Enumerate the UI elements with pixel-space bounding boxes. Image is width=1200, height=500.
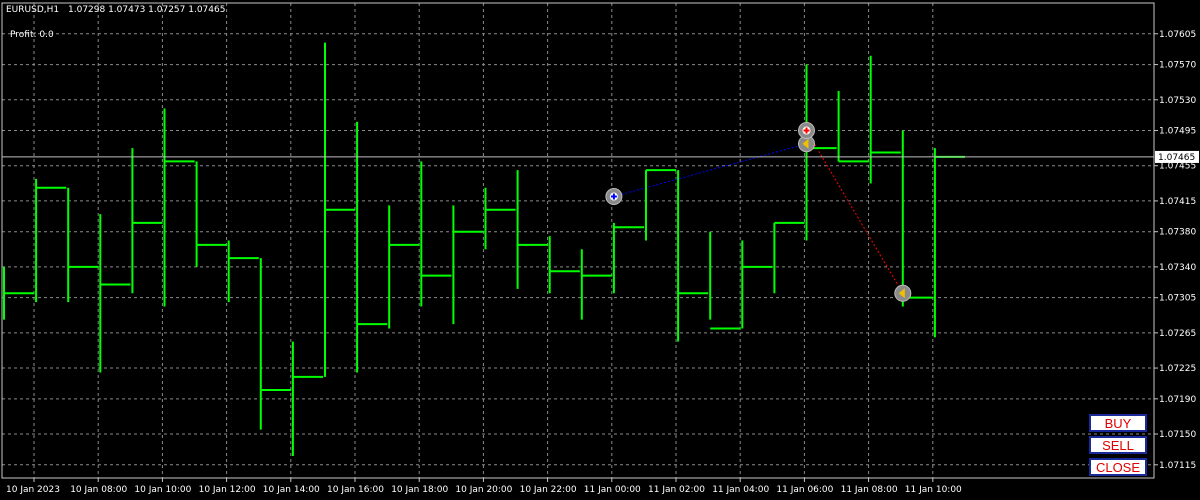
price-tick-label: 1.07340 xyxy=(1159,263,1196,273)
price-tick-label: 1.07265 xyxy=(1159,329,1196,339)
chart-header: EURUSD,H1 1.07298 1.07473 1.07257 1.0746… xyxy=(6,5,225,15)
symbol-label: EURUSD,H1 xyxy=(6,5,60,15)
time-tick-label: 10 Jan 2023 xyxy=(6,485,60,495)
price-tick-label: 1.07455 xyxy=(1159,162,1196,172)
time-tick-label: 11 Jan 02:00 xyxy=(648,485,705,495)
price-tick-label: 1.07150 xyxy=(1159,430,1196,440)
time-tick-label: 11 Jan 10:00 xyxy=(905,485,962,495)
price-chart[interactable]: 1.076051.075701.075301.074951.074551.074… xyxy=(0,0,1200,500)
price-tick-label: 1.07415 xyxy=(1159,197,1196,207)
time-tick-label: 10 Jan 20:00 xyxy=(455,485,512,495)
bid-price-label: 1.07465 xyxy=(1158,153,1195,163)
red-plus-circle-icon xyxy=(798,122,815,140)
arrow-circle-icon xyxy=(894,284,912,302)
chart-background xyxy=(0,0,1200,500)
price-tick-label: 1.07305 xyxy=(1159,294,1196,304)
price-tick-label: 1.07605 xyxy=(1159,30,1196,40)
time-tick-label: 10 Jan 14:00 xyxy=(263,485,320,495)
price-tick-label: 1.07495 xyxy=(1159,127,1196,137)
profit-label: Profit: 0.0 xyxy=(10,30,54,40)
price-tick-label: 1.07530 xyxy=(1159,96,1196,106)
price-tick-label: 1.07380 xyxy=(1159,228,1196,238)
time-tick-label: 10 Jan 12:00 xyxy=(199,485,256,495)
price-tick-label: 1.07570 xyxy=(1159,61,1196,71)
price-tick-label: 1.07225 xyxy=(1159,364,1196,374)
time-tick-label: 10 Jan 16:00 xyxy=(327,485,384,495)
time-tick-label: 10 Jan 10:00 xyxy=(134,485,191,495)
time-tick-label: 11 Jan 00:00 xyxy=(584,485,641,495)
close-button[interactable]: CLOSE xyxy=(1089,458,1147,476)
time-tick-label: 10 Jan 22:00 xyxy=(520,485,577,495)
time-tick-label: 10 Jan 18:00 xyxy=(391,485,448,495)
sell-button[interactable]: SELL xyxy=(1089,436,1147,454)
time-tick-label: 11 Jan 04:00 xyxy=(712,485,769,495)
blue-plus-circle-icon xyxy=(605,188,623,206)
price-tick-label: 1.07190 xyxy=(1159,395,1196,405)
time-tick-label: 10 Jan 08:00 xyxy=(70,485,127,495)
ohlc-label: 1.07298 1.07473 1.07257 1.07465 xyxy=(68,5,226,15)
time-tick-label: 11 Jan 08:00 xyxy=(841,485,898,495)
price-tick-label: 1.07115 xyxy=(1159,461,1196,471)
time-tick-label: 11 Jan 06:00 xyxy=(776,485,833,495)
buy-button[interactable]: BUY xyxy=(1089,414,1147,432)
